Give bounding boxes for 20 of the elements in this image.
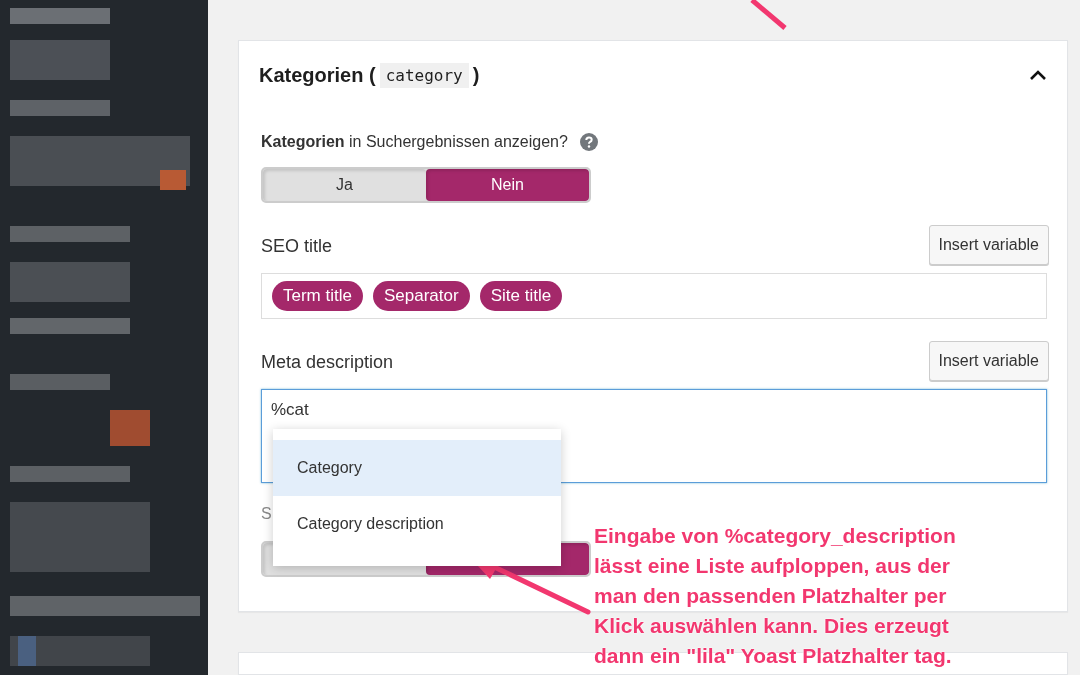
field-label: S — [261, 505, 273, 523]
suggestion-item[interactable]: Category — [273, 440, 561, 496]
toggle-option[interactable]: Nein — [426, 169, 589, 201]
seo-title-field[interactable]: Term title Separator Site title — [261, 273, 1047, 319]
insert-variable-button[interactable]: Insert variable — [928, 225, 1049, 265]
help-icon[interactable] — [579, 133, 598, 151]
field-label: SEO title — [261, 236, 333, 257]
toggle-option[interactable]: Ja — [263, 169, 426, 201]
annotation-text: Eingabe von %category_description lässt eine Liste aufploppen, aus der man den passenden Platzhalter per Klick auswählen kann. Dies erzeugt dann ein "lila" Yoast Platzhalter tag. — [594, 523, 956, 669]
chevron-up-icon[interactable] — [1029, 69, 1047, 81]
insert-variable-button[interactable]: Insert variable — [928, 341, 1049, 381]
panel-title: Kategorien ( — [259, 63, 376, 87]
suggestion-item[interactable]: Category description — [273, 496, 561, 552]
panel-title: ) — [472, 63, 480, 87]
variable-tag[interactable]: Term title — [272, 281, 363, 311]
question-label: Kategorien in Suchergebnissen anzeigen? — [261, 133, 568, 151]
field-label: Meta description — [261, 352, 394, 373]
variable-tag[interactable]: Separator — [372, 281, 470, 311]
variable-tag[interactable]: Site title — [479, 281, 563, 311]
code-label: category — [379, 62, 469, 88]
